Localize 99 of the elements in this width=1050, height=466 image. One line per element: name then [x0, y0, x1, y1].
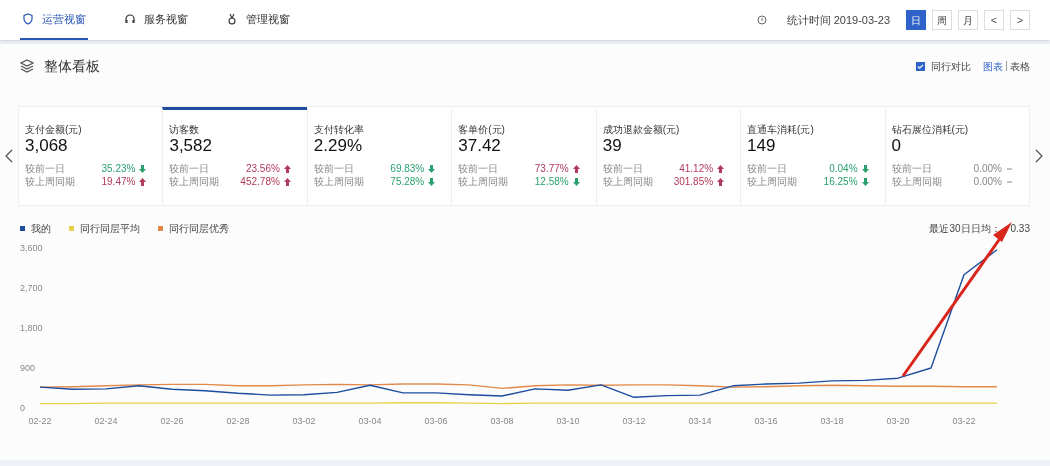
- x-axis-label: 03-04: [358, 416, 382, 426]
- metric-title: 支付金额(元): [25, 124, 83, 136]
- comparison-label: 较前一日: [313, 162, 354, 175]
- metric-card[interactable]: 钻石展位消耗(元) 0 较前一日 0.00% 较上周同期 0.00%: [884, 107, 1029, 205]
- x-axis-label: 03-08: [490, 416, 514, 426]
- metric-value: 149: [747, 136, 777, 156]
- comparison-percent: 0.04%: [829, 162, 858, 175]
- up-arrow-icon: [139, 177, 147, 186]
- stat-time: 统计时间 2019-03-23: [786, 12, 890, 28]
- info-icon: [756, 15, 767, 25]
- metric-card[interactable]: 支付转化率 2.29% 较前一日 69.83% 较上周同期 75.28%: [306, 107, 452, 205]
- comparison-label: 较上周同期: [458, 175, 509, 188]
- y-axis-label: 3,600: [20, 243, 43, 253]
- shield-icon: [22, 13, 34, 25]
- metric-value: 37.42: [458, 136, 502, 156]
- comparison-percent: 19.47%: [101, 175, 136, 188]
- comparison-percent: 452.78%: [240, 175, 280, 188]
- chevron-right-icon[interactable]: [1034, 149, 1044, 163]
- y-axis-label: 900: [20, 363, 36, 373]
- x-axis-label: 03-14: [688, 416, 712, 426]
- comparison-label: 较上周同期: [891, 175, 942, 188]
- panel-title: 整体看板: [44, 56, 100, 76]
- view-toggle[interactable]: 表格: [1010, 58, 1030, 74]
- x-axis-label: 03-02: [292, 416, 316, 426]
- layers-icon: [20, 59, 34, 73]
- checkbox[interactable]: [916, 61, 925, 71]
- comparison-percent: 69.83%: [390, 162, 425, 175]
- x-axis-label: 03-16: [754, 416, 778, 426]
- metric-value: 2.29%: [313, 136, 364, 156]
- period-button[interactable]: 日: [906, 10, 926, 30]
- down-arrow-icon: [139, 164, 147, 173]
- period-button[interactable]: 月: [958, 10, 978, 30]
- x-axis-label: 03-06: [424, 416, 448, 426]
- view-toggle[interactable]: 图表: [983, 58, 1003, 74]
- metric-value: 3,582: [169, 136, 213, 156]
- comparison-label: 较上周同期: [169, 175, 220, 188]
- next-button[interactable]: >: [1010, 10, 1030, 30]
- comparison-label: 较前一日: [747, 162, 788, 175]
- metric-card[interactable]: 客单价(元) 37.42 较前一日 73.77% 较上周同期 12.58%: [451, 107, 596, 205]
- comparison-label: 较上周同期: [25, 175, 75, 188]
- y-axis-label: 1,800: [20, 323, 43, 333]
- x-axis-label: 03-20: [886, 416, 910, 426]
- x-axis-label: 02-24: [94, 416, 118, 426]
- comparison-label: 较前一日: [458, 162, 499, 175]
- metric-title: 客单价(元): [458, 124, 506, 136]
- comparison-percent: 0.00%: [973, 175, 1002, 188]
- comparison-label: 较上周同期: [747, 175, 798, 188]
- comparison-label: 较前一日: [602, 162, 643, 175]
- comparison-percent: 16.25%: [823, 175, 858, 188]
- comparison-percent: 0.00%: [973, 162, 1002, 175]
- x-axis-label: 02-22: [28, 416, 52, 426]
- comparison-percent: 12.58%: [534, 175, 569, 188]
- comparison-percent: 73.77%: [534, 162, 569, 175]
- nav-tab[interactable]: 管理视窗: [224, 0, 292, 40]
- metric-title: 访客数: [169, 124, 201, 136]
- previous-button[interactable]: <: [984, 10, 1004, 30]
- checkbox-label: 同行对比: [931, 59, 971, 74]
- comparison-label: 较前一日: [169, 162, 210, 175]
- nav-tab[interactable]: 运营视窗: [20, 0, 88, 40]
- comparison-label: 较上周同期: [602, 175, 653, 188]
- metric-card[interactable]: 访客数 3,582 较前一日 23.56% 较上周同期 452.78%: [162, 107, 307, 205]
- legend-label[interactable]: 我的: [31, 220, 51, 236]
- x-axis-label: 02-28: [226, 416, 250, 426]
- metric-value: 0: [891, 136, 902, 156]
- x-axis-label: 03-12: [622, 416, 646, 426]
- metric-value: 3,068: [25, 136, 69, 156]
- medal-icon: [226, 13, 238, 25]
- headset-icon: [124, 13, 136, 25]
- metric-card[interactable]: 直通车消耗(元) 149 较前一日 0.04% 较上周同期 16.25%: [740, 107, 885, 205]
- y-axis-label: 2,700: [20, 283, 43, 293]
- legend-label[interactable]: 同行同层平均: [80, 220, 140, 236]
- metric-title: 成功退款金额(元): [602, 124, 681, 136]
- metric-title: 支付转化率: [313, 124, 365, 136]
- x-axis-label: 02-26: [160, 416, 184, 426]
- up-arrow-icon: [572, 164, 580, 173]
- metric-value: 39: [602, 136, 623, 156]
- chevron-left-icon[interactable]: [4, 149, 14, 163]
- comparison-percent: 301.85%: [673, 175, 714, 188]
- comparison-label: 较上周同期: [313, 175, 364, 188]
- nav-tab[interactable]: 服务视窗: [122, 0, 190, 40]
- comparison-label: 较前一日: [25, 162, 65, 175]
- metric-title: 钻石展位消耗(元): [891, 124, 970, 136]
- x-axis-label: 03-22: [952, 416, 976, 426]
- average-value: 0.33: [1010, 221, 1030, 236]
- comparison-percent: 35.23%: [101, 162, 136, 175]
- legend-label[interactable]: 同行同层优秀: [169, 220, 229, 236]
- metric-title: 直通车消耗(元): [747, 124, 815, 136]
- down-arrow-icon: [572, 177, 580, 186]
- y-axis-label: 0: [20, 403, 25, 413]
- comparison-percent: 41.12%: [679, 162, 714, 175]
- x-axis-label: 03-10: [556, 416, 580, 426]
- comparison-percent: 23.56%: [245, 162, 280, 175]
- period-button[interactable]: 周: [932, 10, 952, 30]
- metric-card[interactable]: 支付金额(元) 3,068 较前一日 35.23% 较上周同期 19.47%: [19, 107, 163, 205]
- metric-card[interactable]: 成功退款金额(元) 39 较前一日 41.12% 较上周同期 301.85%: [595, 107, 741, 205]
- average-label: 最近30日日均：: [929, 221, 1001, 236]
- x-axis-label: 03-18: [820, 416, 844, 426]
- comparison-percent: 75.28%: [390, 175, 425, 188]
- comparison-label: 较前一日: [891, 162, 932, 175]
